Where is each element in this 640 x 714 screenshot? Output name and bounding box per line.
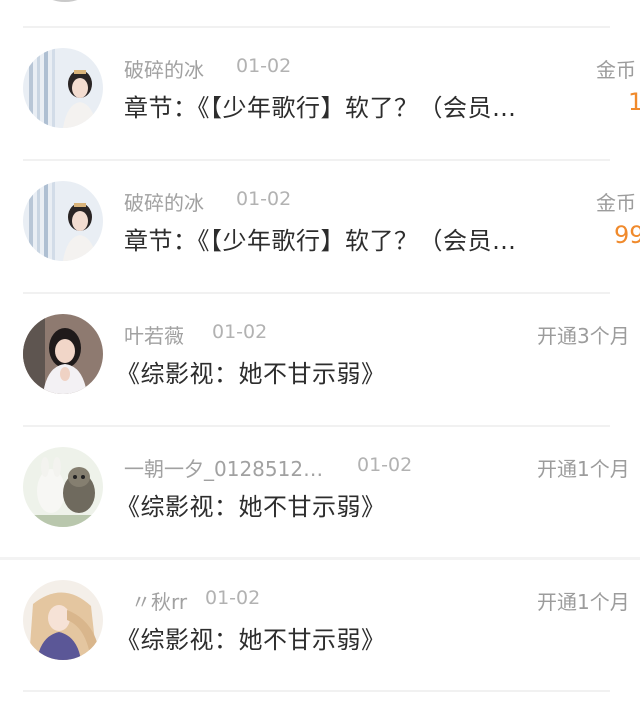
message-text: 章节：《【少年歌行】软了？（会员…	[124, 94, 517, 122]
list-item[interactable]: 破碎的冰 01-02 章节：《【少年歌行】软了？（会员… 金币 1	[0, 28, 640, 160]
list-item[interactable]: 一朝一夕_0128512… 01-02 《综影视：她不甘示弱》 开通1个月	[0, 427, 640, 559]
coin-amount: 1	[628, 88, 640, 116]
avatar[interactable]	[23, 447, 103, 527]
reward-type-label: 开通3个月	[537, 324, 630, 348]
message-text: 《综影视：她不甘示弱》	[116, 360, 386, 388]
coin-amount: 99	[614, 221, 640, 249]
username[interactable]: 〃秋rr	[131, 586, 187, 615]
username[interactable]: 叶若薇	[124, 320, 184, 349]
list-item[interactable]: 〃秋rr 01-02 《综影视：她不甘示弱》 开通1个月	[0, 560, 640, 692]
reward-type-label: 金币	[596, 191, 636, 215]
message-text: 《综影视：她不甘示弱》	[116, 626, 386, 654]
timestamp: 01-02	[212, 321, 268, 343]
avatar[interactable]	[23, 580, 103, 660]
avatar[interactable]	[25, 0, 105, 2]
divider	[23, 690, 610, 692]
reward-type-label: 开通1个月	[537, 590, 630, 614]
message-text: 《综影视：她不甘示弱》	[116, 493, 386, 521]
list-item[interactable]: 破碎的冰 01-02 章节：《【少年歌行】软了？（会员… 金币 99	[0, 161, 640, 293]
username[interactable]: 一朝一夕_0128512…	[124, 453, 323, 482]
username[interactable]: 破碎的冰	[124, 187, 204, 216]
timestamp: 01-02	[236, 188, 292, 210]
reward-type-label: 金币	[596, 58, 636, 82]
list-item[interactable]: 叶若薇 01-02 《综影视：她不甘示弱》 开通3个月	[0, 294, 640, 426]
avatar[interactable]	[23, 181, 103, 261]
avatar[interactable]	[23, 48, 103, 128]
timestamp: 01-02	[357, 454, 413, 476]
username[interactable]: 破碎的冰	[124, 54, 204, 83]
timestamp: 01-02	[205, 587, 261, 609]
timestamp: 01-02	[236, 55, 292, 77]
reward-type-label: 开通1个月	[537, 457, 630, 481]
avatar[interactable]	[23, 314, 103, 394]
message-text: 章节：《【少年歌行】软了？（会员…	[124, 227, 517, 255]
reward-list: 破碎的冰 01-02 章节：《【少年歌行】软了？（会员… 金币 1 破碎的冰 0…	[0, 0, 640, 714]
